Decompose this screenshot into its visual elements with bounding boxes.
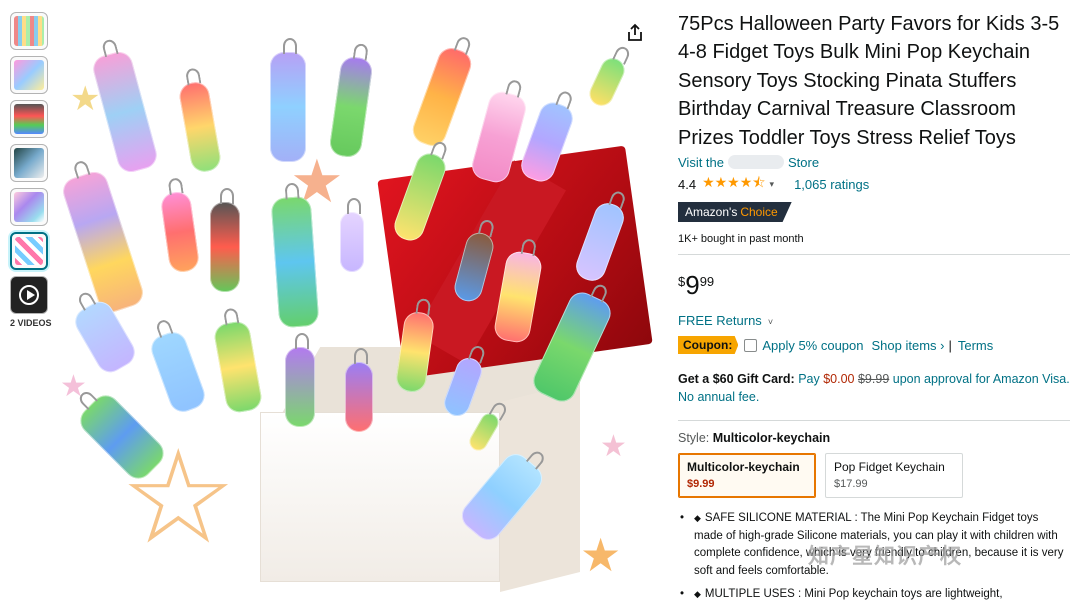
price: $ 9 99 [678,271,1070,299]
terms-link[interactable]: Terms [958,338,993,353]
pop-keychain [60,168,147,316]
product-title: 75Pcs Halloween Party Favors for Kids 3-… [678,13,1060,149]
gift-card-pay: Pay [798,372,820,387]
pop-keychain [408,44,476,150]
rating-row: 4.4 ★★★★⯪ ▾ 1,065 ratings [678,172,1070,196]
style-swatches: Multicolor-keychain $9.99 Pop Fidget Key… [678,453,1070,499]
star-decoration: ★ [580,529,622,581]
product-details: 75Pcs Halloween Party Favors for Kids 3-… [678,10,1070,607]
price-whole: 9 [685,270,700,301]
play-icon [19,285,39,305]
free-returns-label: FREE Returns [678,313,762,329]
apply-coupon-label[interactable]: Apply 5% coupon [762,338,863,353]
store-link[interactable]: Visit the Store [678,155,1070,170]
separator: | [948,337,952,353]
coupon-row: Coupon: Apply 5% coupon Shop items › | T… [678,336,1070,355]
gift-card-original-price: $9.99 [857,372,890,387]
pop-keychain [285,333,315,427]
star-rating-icon[interactable]: ★★★★⯪ [702,172,765,196]
pop-keychain [212,319,264,415]
share-icon[interactable] [624,22,646,44]
coupon-checkbox[interactable] [744,338,758,352]
style-option-name: Multicolor-keychain [687,460,800,475]
style-option-price: $9.99 [687,478,715,491]
feature-bullet: ◆MULTIPLE USES : Mini Pop keychain toys … [678,586,1070,604]
pop-keychain [177,80,223,174]
gift-box [260,412,500,582]
pop-keychain [270,195,320,329]
style-option-name: Pop Fidget Keychain [834,460,945,475]
thumbnail-6-selected[interactable] [10,232,48,270]
style-label-text: Style: [678,431,710,446]
rating-value: 4.4 [678,176,697,192]
star-decoration: ★ [600,430,627,463]
coupon-tag: Coupon: [678,336,739,355]
badge-prefix: Amazon's [685,205,738,220]
thumbnail-2[interactable] [10,56,48,94]
thumbnail-4[interactable] [10,144,48,182]
bought-in-past-month: 1K+ bought in past month [678,233,1070,256]
star-decoration: ★ [70,80,101,118]
chevron-down-icon: ˅ [767,317,774,328]
chevron-down-icon[interactable]: ▾ [770,179,775,190]
pop-keychain [328,55,374,159]
pop-keychain [147,328,209,416]
free-returns-link[interactable]: FREE Returns ˅ [678,313,1070,328]
main-product-image[interactable]: ★ ☆ ★ ★ ★ ☆ ★ [60,12,660,602]
price-currency: $ [678,274,686,290]
thumbnail-1[interactable] [10,12,48,50]
videos-label: 2 VIDEOS [10,318,52,328]
thumbnail-rail: 2 VIDEOS [10,12,52,328]
diamond-icon: ◆ [694,513,701,524]
gift-card-title: Get a $60 Gift Card: [678,372,795,387]
badge-choice: Choice [740,205,778,220]
store-prefix: Visit the [678,155,725,171]
style-label: Style: Multicolor-keychain [678,431,1070,445]
pop-keychain [90,48,160,176]
thumbnail-3[interactable] [10,100,48,138]
style-option-pop-fidget-keychain[interactable]: Pop Fidget Keychain $17.99 [825,453,963,499]
divider [678,420,1070,422]
pop-keychain [210,188,240,292]
pop-keychain [70,296,140,378]
pop-keychain [159,190,201,274]
feature-bullet-text: MULTIPLE USES : Mini Pop keychain toys a… [704,588,1003,601]
amazons-choice-badge: Amazon's Choice [678,202,792,223]
style-option-multicolor-keychain[interactable]: Multicolor-keychain $9.99 [678,453,816,499]
style-selected-value: Multicolor-keychain [712,431,831,446]
price-fraction: 99 [699,274,715,290]
style-option-price: $17.99 [834,478,868,491]
gift-card-offer[interactable]: Get a $60 Gift Card: Pay $0.00 $9.99 upo… [678,370,1070,406]
store-name-redacted [728,155,785,170]
thumbnail-5[interactable] [10,188,48,226]
ratings-count-link[interactable]: 1,065 ratings [794,177,869,192]
diamond-icon: ◆ [694,589,701,600]
pop-keychain [340,198,364,272]
video-thumbnail[interactable] [10,276,48,314]
gift-card-amount: $0.00 [823,372,855,387]
pop-keychain [345,348,373,432]
pop-keychain [270,38,306,162]
shop-items-link[interactable]: Shop items › [872,338,945,353]
pop-keychain [585,54,629,110]
store-suffix: Store [788,155,820,171]
watermark: 知产星知识产权 [808,545,962,568]
